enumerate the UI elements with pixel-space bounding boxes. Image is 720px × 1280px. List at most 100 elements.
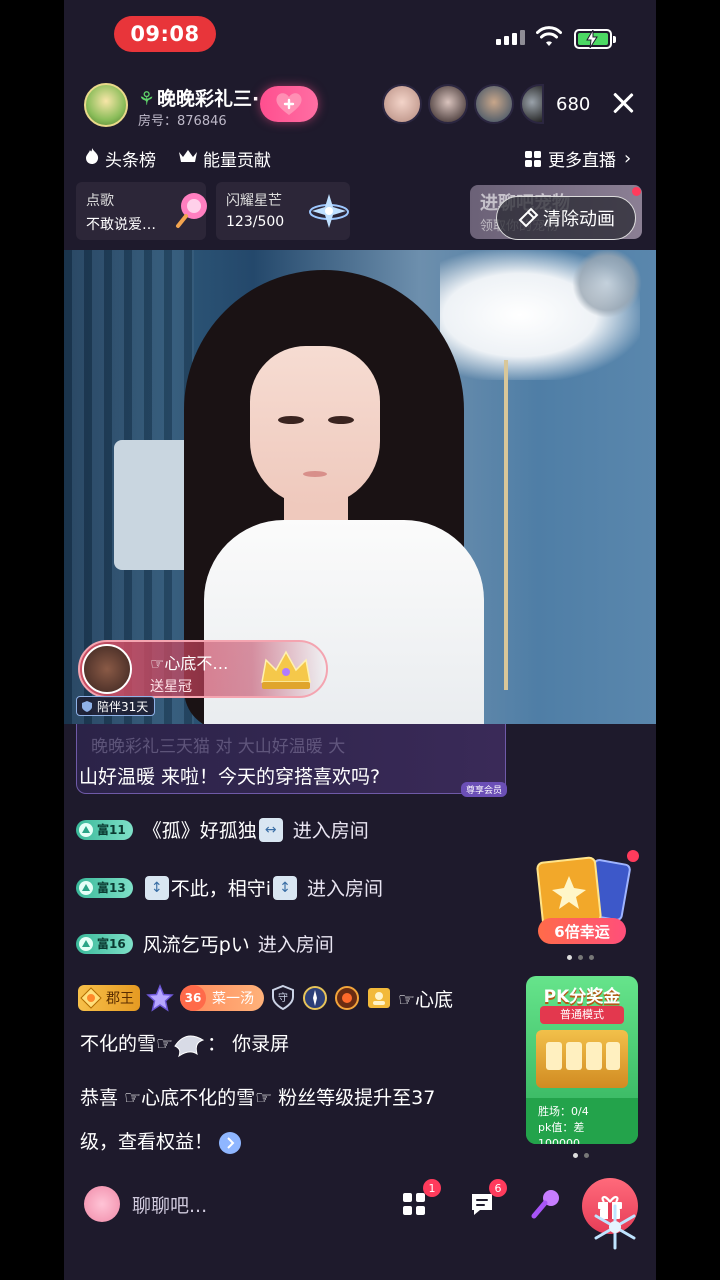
my-avatar bbox=[84, 1186, 120, 1222]
viewer-avatar[interactable] bbox=[382, 84, 422, 124]
guard-badge: 守 bbox=[270, 984, 296, 1011]
arrows-icon: ↕ bbox=[144, 875, 169, 900]
pk-mode: 普通模式 bbox=[540, 1006, 624, 1024]
chat-entry-row[interactable]: 富11 《孤》好孤独 ↔ 进入房间 bbox=[76, 816, 369, 843]
star-shine-card[interactable]: 闪耀星芒 123/500 bbox=[216, 182, 350, 240]
wifi-icon bbox=[536, 26, 562, 46]
messages-badge: 6 bbox=[489, 1179, 507, 1197]
noble-diamond-icon bbox=[80, 987, 102, 1009]
pk-pager bbox=[573, 1153, 589, 1158]
arrows-icon: ↔ bbox=[258, 817, 283, 842]
close-icon[interactable] bbox=[612, 92, 634, 114]
star-crown-icon bbox=[261, 650, 311, 689]
headline-rank-link[interactable]: 头条榜 bbox=[105, 146, 156, 171]
wealth-level-badge: 富16 bbox=[76, 933, 133, 954]
gift-sender-avatar[interactable] bbox=[82, 644, 132, 694]
chat-badges: 郡王 36 菜一汤 守 ☞心底 bbox=[78, 984, 453, 1012]
microphone-icon bbox=[531, 1190, 559, 1219]
sun-medal-icon bbox=[335, 986, 359, 1010]
bird-icon bbox=[174, 1035, 205, 1057]
heart-plus-icon bbox=[276, 93, 302, 115]
entry-suffix: 进入房间 bbox=[257, 934, 334, 956]
wealth-level-badge: 富13 bbox=[76, 877, 133, 898]
compass-icon bbox=[303, 986, 327, 1010]
entry-suffix: 进入房间 bbox=[306, 878, 383, 900]
viewer-count[interactable]: 680 bbox=[556, 94, 590, 115]
vip-tag: 尊享会员 bbox=[460, 782, 507, 797]
gold-card-icon bbox=[368, 988, 390, 1008]
chat-message-body: 你录屏 bbox=[232, 1033, 290, 1055]
system-notice-line1: 恭喜 ☞心底不化的雪☞ 粉丝等级提升至37 bbox=[80, 1087, 436, 1109]
flame-icon bbox=[84, 147, 100, 170]
host-name[interactable]: ⚘ 晚晚彩礼三· bbox=[138, 84, 258, 111]
entry-user-name: 《孤》好孤独 bbox=[142, 820, 257, 842]
battery-icon bbox=[574, 29, 616, 49]
viewer-avatar[interactable] bbox=[474, 84, 514, 124]
signal-icon bbox=[496, 30, 525, 45]
companion-badge: 陪伴31天 bbox=[76, 696, 156, 716]
fan-club-badge: 36 菜一汤 bbox=[180, 985, 264, 1011]
crown-icon bbox=[178, 148, 198, 169]
system-notice-line2: 级，查看权益！ bbox=[80, 1131, 214, 1153]
pk-bonus-widget[interactable]: PK分奖金 普通模式 胜场：0/4 pk值：差100000 bbox=[526, 976, 638, 1144]
pinned-faded-text: 晚晚彩礼三天猫 对 大山好温暖 大 bbox=[91, 737, 346, 757]
chat-input[interactable]: 聊聊吧... bbox=[84, 1186, 207, 1222]
viewer-avatar[interactable] bbox=[428, 84, 468, 124]
purple-star-icon bbox=[146, 984, 174, 1012]
chat-sender-start[interactable]: ☞心底 bbox=[398, 985, 453, 1012]
status-time: 09:08 bbox=[114, 16, 216, 52]
streamer-face bbox=[250, 346, 380, 506]
chevron-right-icon bbox=[227, 1136, 235, 1149]
more-live-link[interactable]: 更多直播 › bbox=[524, 146, 631, 171]
svg-text:守: 守 bbox=[278, 991, 288, 1004]
chat-message[interactable]: 不化的雪☞ ：你录屏 bbox=[80, 1022, 289, 1066]
lucky-label: 6倍幸运 bbox=[538, 918, 626, 944]
gift-sender-name: ☞心底不… bbox=[150, 654, 229, 673]
leaf-icon: ⚘ bbox=[138, 88, 156, 110]
more-live-label: 更多直播 bbox=[548, 151, 616, 171]
pk-wins: 胜场：0/4 bbox=[538, 1105, 589, 1118]
chat-entry-row[interactable]: 富16 风流乞丐pい 进入房间 bbox=[76, 930, 334, 957]
chat-sender-end[interactable]: 不化的雪☞ bbox=[80, 1033, 173, 1055]
grid-icon bbox=[525, 150, 541, 167]
clear-animation-button[interactable]: 清除动画 bbox=[496, 196, 636, 240]
lamp-pole bbox=[504, 360, 508, 690]
lollipop-icon bbox=[176, 193, 207, 228]
pk-stats: 胜场：0/4 pk值：差100000 bbox=[526, 1098, 638, 1144]
clear-brush-icon bbox=[518, 207, 539, 228]
entry-user-name: 风流乞丐pい bbox=[142, 934, 250, 956]
follow-button[interactable] bbox=[260, 86, 318, 122]
live-room: 09:08 ⚘ 晚晚彩礼三· 房号：876846 680 头条榜 能量贡献 更多… bbox=[64, 0, 656, 1280]
companion-label: 陪伴31天 bbox=[97, 699, 149, 714]
entry-user-name: 不此，相守i bbox=[170, 878, 271, 900]
room-id: 房号：876846 bbox=[138, 114, 227, 129]
snowflake-icon bbox=[594, 1204, 636, 1250]
promo-red-dot bbox=[632, 187, 641, 196]
pinned-message[interactable]: 晚晚彩礼三天猫 对 大山好温暖 大 山好温暖 来啦！今天的穿搭喜欢吗? 尊享会员 bbox=[76, 724, 507, 797]
fan-level: 36 bbox=[180, 985, 206, 1011]
chair bbox=[114, 440, 194, 570]
entry-suffix: 进入房间 bbox=[292, 820, 369, 842]
song-request-card[interactable]: 点歌 不敢说爱… bbox=[76, 182, 207, 240]
pk-prize-box bbox=[536, 1030, 628, 1088]
host-name-text: 晚晚彩礼三· bbox=[157, 88, 258, 110]
microphone-button[interactable] bbox=[526, 1184, 566, 1224]
top-viewers[interactable] bbox=[382, 84, 550, 124]
guard-shield-icon: 守 bbox=[272, 984, 294, 1011]
pk-title: PK分奖金 bbox=[543, 987, 621, 1007]
lucky-pager bbox=[567, 955, 594, 960]
lucky-red-dot bbox=[627, 850, 639, 862]
pk-value: pk值：差100000 bbox=[538, 1121, 585, 1144]
chat-input-placeholder: 聊聊吧... bbox=[132, 1194, 208, 1217]
energy-rank-link[interactable]: 能量贡献 bbox=[203, 146, 271, 171]
star-crystal-icon bbox=[309, 194, 349, 228]
gift-action-text: 送星冠 bbox=[150, 679, 192, 695]
view-benefits-button[interactable] bbox=[219, 1131, 242, 1154]
chat-entry-row[interactable]: 富13 ↕ 不此，相守i ↕ 进入房间 bbox=[76, 874, 383, 901]
chevron-right-icon: › bbox=[624, 148, 632, 169]
viewer-avatar[interactable] bbox=[520, 84, 544, 124]
apps-grid-icon bbox=[403, 1193, 425, 1215]
shield-icon bbox=[82, 700, 92, 712]
host-avatar[interactable] bbox=[84, 83, 128, 127]
system-notice[interactable]: 恭喜 ☞心底不化的雪☞ 粉丝等级提升至37 级，查看权益！ bbox=[80, 1076, 435, 1164]
